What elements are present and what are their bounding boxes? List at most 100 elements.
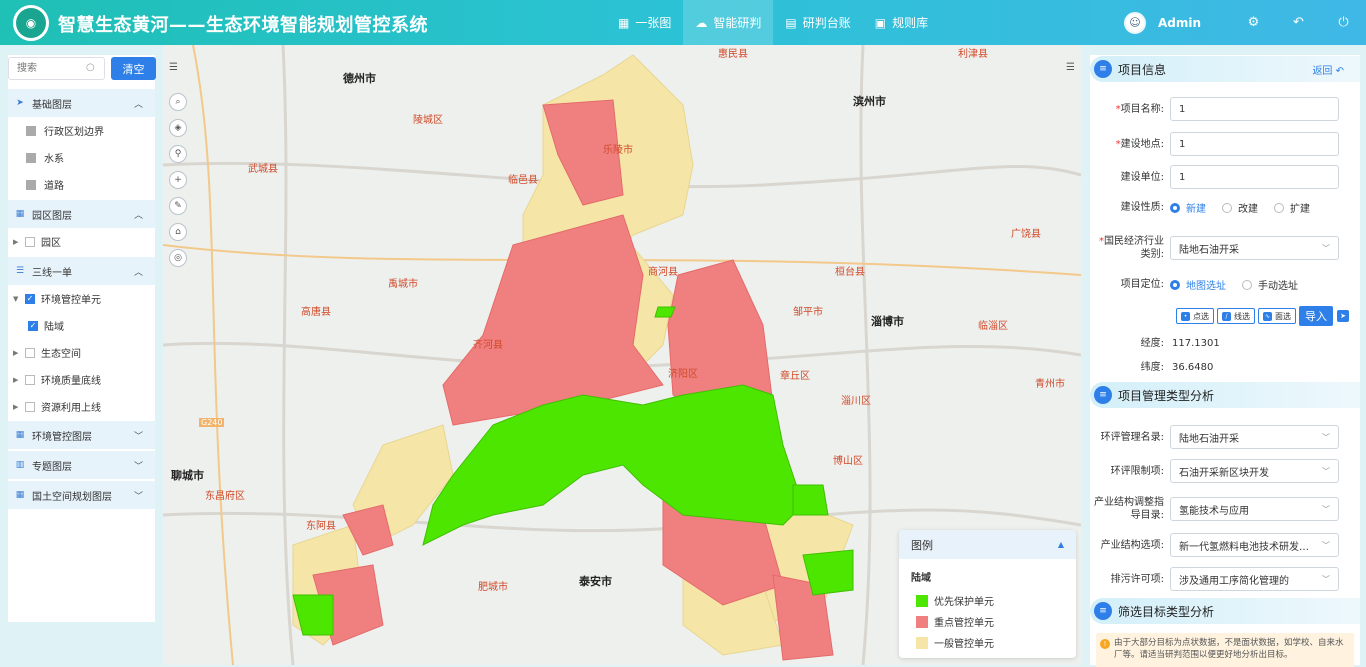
layer-label: 陆域: [44, 322, 64, 333]
group-topic[interactable]: ▥ 专题图层 ﹀: [8, 451, 155, 479]
clear-button[interactable]: 清空: [111, 57, 156, 80]
map-label: 禹城市: [388, 279, 418, 290]
legend-header[interactable]: 图例 ▲: [899, 530, 1076, 559]
send-icon[interactable]: ➤: [1337, 310, 1349, 322]
group-land-planning[interactable]: ▦ 国土空间规划图层 ﹀: [8, 481, 155, 509]
import-button[interactable]: 导入: [1299, 306, 1333, 326]
field-label: 产业结构调整指导目录:: [1094, 497, 1164, 521]
map-label: 邹平市: [793, 307, 823, 318]
collapse-right-icon[interactable]: ☰: [1066, 62, 1075, 73]
zoom-in-icon[interactable]: +: [169, 171, 187, 189]
user-name[interactable]: Admin: [1158, 16, 1201, 30]
point-select-button[interactable]: • 点选: [1176, 308, 1214, 324]
option-select[interactable]: 新一代氢燃料电池技术研发… ﹀: [1170, 533, 1339, 557]
group-three-lines[interactable]: ☰ 三线一单 ︿: [8, 257, 155, 285]
layer-water[interactable]: 水系: [8, 144, 155, 171]
chevron-down-icon: ﹀: [133, 491, 143, 502]
layer-road[interactable]: 道路: [8, 171, 155, 198]
label-text: 建设地点:: [1120, 138, 1164, 150]
legend-item: 优先保护单元: [899, 590, 1076, 611]
caret-right-icon[interactable]: ▶: [13, 238, 23, 246]
checkbox[interactable]: [25, 347, 35, 358]
radio-new[interactable]: 新建: [1170, 200, 1206, 215]
radio-label: 手动选址: [1258, 281, 1298, 292]
chevron-down-icon: ﹀: [133, 461, 143, 472]
collapse-left-icon[interactable]: ☰: [169, 62, 178, 73]
radio-expand[interactable]: 扩建: [1274, 200, 1310, 215]
legend-panel: 图例 ▲ 陆域 优先保护单元 重点管控单元 一般管控单元: [899, 530, 1076, 658]
grid-icon: ▦: [15, 209, 25, 219]
layer-eco-space[interactable]: ▶ 生态空间: [8, 339, 155, 366]
settings-icon[interactable]: ⚙: [1231, 15, 1276, 30]
nav-smart-judge[interactable]: ☁ 智能研判: [683, 0, 774, 45]
chevron-up-icon: ︿: [133, 99, 143, 110]
checkbox[interactable]: [25, 374, 35, 385]
unit-input[interactable]: 1: [1170, 165, 1339, 189]
limit-select[interactable]: 石油开采新区块开发 ﹀: [1170, 459, 1339, 483]
filter-icon[interactable]: ⚲: [169, 145, 187, 163]
checkbox[interactable]: [25, 236, 35, 247]
checkbox-checked[interactable]: ✓: [28, 320, 38, 331]
nav-ledger[interactable]: ▤ 研判台账: [773, 0, 862, 45]
road-shield: G240: [199, 418, 225, 427]
nav-rules[interactable]: ▣ 规则库: [863, 0, 940, 45]
map-label: 肥城市: [478, 582, 508, 593]
map-view[interactable]: ⌕ ◈ ⚲ + ✎ ⌂ ◎ ☰ ☰ 德州市 滨州市 淄博市 聊城市 泰安市 临邑…: [163, 45, 1081, 665]
collapse-up-icon[interactable]: ▲: [1058, 540, 1064, 549]
checkbox[interactable]: [25, 401, 35, 412]
chevron-up-icon: ︿: [133, 210, 143, 221]
caret-right-icon[interactable]: ▶: [13, 349, 23, 357]
map-label: 东阿县: [306, 521, 336, 532]
main-nav: ▦ 一张图 ☁ 智能研判 ▤ 研判台账 ▣ 规则库: [606, 0, 940, 45]
nav-one-map[interactable]: ▦ 一张图: [606, 0, 683, 45]
map-icon: ▦: [618, 15, 630, 30]
radio-dot: [1242, 279, 1252, 290]
group-label: 园区图层: [32, 210, 72, 222]
map-label: 淄川区: [841, 396, 871, 407]
pen-icon[interactable]: ✎: [169, 197, 187, 215]
back-link[interactable]: 返回 ↶: [1312, 62, 1344, 77]
radio-manual-locate[interactable]: 手动选址: [1242, 277, 1298, 292]
layer-quality-line[interactable]: ▶ 环境质量底线: [8, 366, 155, 393]
adjust-select[interactable]: 氢能技术与应用 ﹀: [1170, 497, 1339, 521]
layer-land-area[interactable]: ✓ 陆域: [8, 312, 155, 339]
industry-select[interactable]: 陆地石油开采 ﹀: [1170, 236, 1339, 260]
layer-swatch: [26, 125, 36, 136]
map-label: 章丘区: [780, 371, 810, 382]
radio-map-locate[interactable]: 地图选址: [1170, 277, 1226, 292]
eia-select[interactable]: 陆地石油开采 ﹀: [1170, 425, 1339, 449]
area-select-button[interactable]: ∿ 面选: [1258, 308, 1296, 324]
field-label: 排污许可项:: [1110, 573, 1164, 585]
back-icon[interactable]: ↶: [1276, 15, 1321, 30]
caret-down-icon[interactable]: ▼: [13, 295, 23, 303]
site-input[interactable]: 1: [1170, 132, 1339, 156]
permit-select[interactable]: 涉及通用工序简化管理的 ﹀: [1170, 567, 1339, 591]
field-option: 产业结构选项: 新一代氢燃料电池技术研发… ﹀: [1090, 533, 1360, 557]
zoom-search-icon[interactable]: ⌕: [169, 93, 187, 111]
group-env-control[interactable]: ▦ 环境管控图层 ﹀: [8, 421, 155, 449]
layer-park[interactable]: ▶ 园区: [8, 228, 155, 255]
doc-icon: ≡: [1094, 602, 1112, 620]
caret-right-icon[interactable]: ▶: [13, 376, 23, 384]
home-icon[interactable]: ⌂: [169, 223, 187, 241]
field-limit: 环评限制项: 石油开采新区块开发 ﹀: [1090, 459, 1360, 483]
longitude-value: 117.1301: [1172, 338, 1220, 349]
checkbox-checked[interactable]: ✓: [25, 293, 35, 304]
layer-label: 生态空间: [41, 349, 81, 360]
layer-boundary[interactable]: 行政区划边界: [8, 117, 155, 144]
location-icon[interactable]: ◎: [169, 249, 187, 267]
caret-right-icon[interactable]: ▶: [13, 403, 23, 411]
map-label: 济阳区: [668, 369, 698, 380]
power-icon[interactable]: ⏻: [1321, 15, 1366, 30]
project-name-input[interactable]: 1: [1170, 97, 1339, 121]
group-base-layers[interactable]: ➤ 基础图层 ︿: [8, 89, 155, 117]
avatar[interactable]: ☺: [1123, 11, 1146, 34]
layers-icon[interactable]: ◈: [169, 119, 187, 137]
radio-rebuild[interactable]: 改建: [1222, 200, 1258, 215]
line-select-button[interactable]: / 线选: [1217, 308, 1255, 324]
layer-resource-line[interactable]: ▶ 资源利用上线: [8, 393, 155, 420]
layer-env-unit[interactable]: ▼ ✓ 环境管控单元: [8, 285, 155, 312]
legend-swatch: [916, 636, 928, 649]
group-park-layers[interactable]: ▦ 园区图层 ︿: [8, 200, 155, 228]
legend-subtitle: 陆域: [911, 573, 931, 584]
